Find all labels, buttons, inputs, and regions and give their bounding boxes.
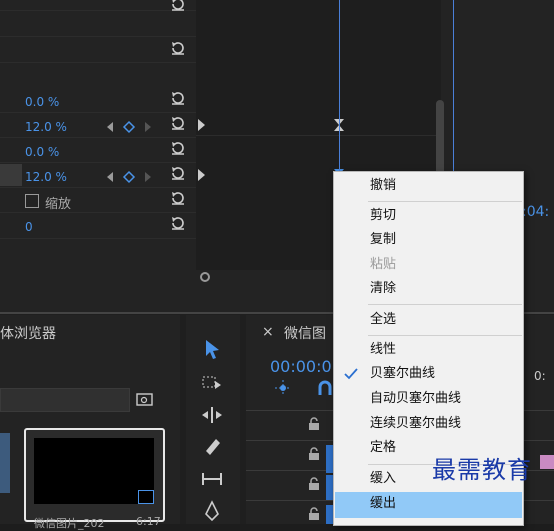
menu-item-select-all[interactable]: 全选 xyxy=(335,308,522,332)
panel-title[interactable]: 体浏览器 xyxy=(0,323,56,343)
row-divider xyxy=(0,112,196,113)
watermark-text: 最需教育 xyxy=(432,456,532,484)
reset-icon[interactable] xyxy=(170,190,186,206)
search-input[interactable] xyxy=(0,388,130,412)
menu-item-linear[interactable]: 线性 xyxy=(335,338,522,362)
timeline-timecode[interactable]: 00:00:0 xyxy=(270,357,332,376)
reset-icon[interactable] xyxy=(170,115,186,131)
menu-item-paste: 粘贴 xyxy=(370,257,397,272)
clip-name: 微信图片_202 xyxy=(34,517,105,530)
menu-item-ease-out[interactable]: 缓出 xyxy=(335,492,522,518)
keyframe-nav-icon[interactable] xyxy=(105,120,155,134)
menu-item-auto-bezier[interactable]: 自动贝塞尔曲线 xyxy=(335,387,522,411)
snap-icon[interactable] xyxy=(274,379,292,397)
ripple-edit-tool-icon[interactable] xyxy=(200,403,224,427)
reset-icon[interactable] xyxy=(170,215,186,231)
menu-item-undo[interactable]: 撤销 xyxy=(335,174,522,198)
linked-selection-icon[interactable] xyxy=(316,379,334,397)
row-divider xyxy=(0,162,196,163)
menu-item-cut[interactable]: 剪切 xyxy=(335,204,522,228)
keyframe-marker-icon[interactable] xyxy=(196,118,208,132)
position-value[interactable]: 0.0 % xyxy=(25,95,59,109)
keyframe-nav-icon[interactable] xyxy=(105,170,155,184)
keyframe-marker-icon[interactable] xyxy=(196,168,208,182)
scale-label: 缩放 xyxy=(45,197,72,212)
row-divider xyxy=(0,238,196,239)
row-divider xyxy=(0,62,196,63)
lock-icon[interactable] xyxy=(308,417,320,431)
tools-panel xyxy=(186,315,240,524)
checkmark-icon xyxy=(344,368,358,380)
row-divider xyxy=(0,10,196,11)
scale-value[interactable]: 12.0 % xyxy=(25,120,67,134)
folder-search-icon[interactable] xyxy=(136,391,154,407)
track-select-tool-icon[interactable] xyxy=(200,371,224,395)
row-divider xyxy=(0,137,196,138)
lock-icon[interactable] xyxy=(308,447,320,461)
row-divider xyxy=(0,212,196,213)
sequence-icon xyxy=(138,490,154,504)
clip-thumbnail[interactable] xyxy=(24,428,165,522)
reset-icon[interactable] xyxy=(170,140,186,156)
lock-icon[interactable] xyxy=(308,507,320,521)
reset-icon[interactable] xyxy=(170,165,186,181)
selection-tool-icon[interactable] xyxy=(200,337,224,361)
lock-icon[interactable] xyxy=(308,477,320,491)
clip-block[interactable] xyxy=(540,455,554,469)
ruler-label: 0: xyxy=(534,369,546,383)
row-divider xyxy=(0,187,196,188)
thumbnail-partial[interactable] xyxy=(0,433,10,493)
menu-item-bezier[interactable]: 贝塞尔曲线 xyxy=(335,362,522,386)
menu-item-clear[interactable]: 清除 xyxy=(335,277,522,301)
sequence-tab[interactable]: 微信图 xyxy=(284,323,326,343)
clip-duration: 6:17 xyxy=(136,515,161,528)
row-divider xyxy=(0,36,196,37)
program-timecode: :04: xyxy=(522,204,550,220)
close-tab-icon[interactable]: × xyxy=(262,324,274,340)
reset-icon[interactable] xyxy=(170,40,186,56)
value-field[interactable]: 0.0 % xyxy=(25,145,59,159)
razor-tool-icon[interactable] xyxy=(200,435,224,459)
reset-icon[interactable] xyxy=(170,90,186,106)
scale-checkbox[interactable] xyxy=(25,194,39,208)
media-browser-panel: 体浏览器 微信图片_202 6:17 xyxy=(0,315,180,530)
menu-item-copy[interactable]: 复制 xyxy=(335,228,522,252)
reset-icon[interactable] xyxy=(170,0,186,12)
slip-tool-icon[interactable] xyxy=(200,467,224,491)
selected-row-marker xyxy=(0,164,22,186)
pen-tool-icon[interactable] xyxy=(200,499,224,523)
menu-item-continuous-bezier[interactable]: 连续贝塞尔曲线 xyxy=(335,412,522,436)
zero-value[interactable]: 0 xyxy=(25,220,33,234)
value-field[interactable]: 12.0 % xyxy=(25,170,67,184)
